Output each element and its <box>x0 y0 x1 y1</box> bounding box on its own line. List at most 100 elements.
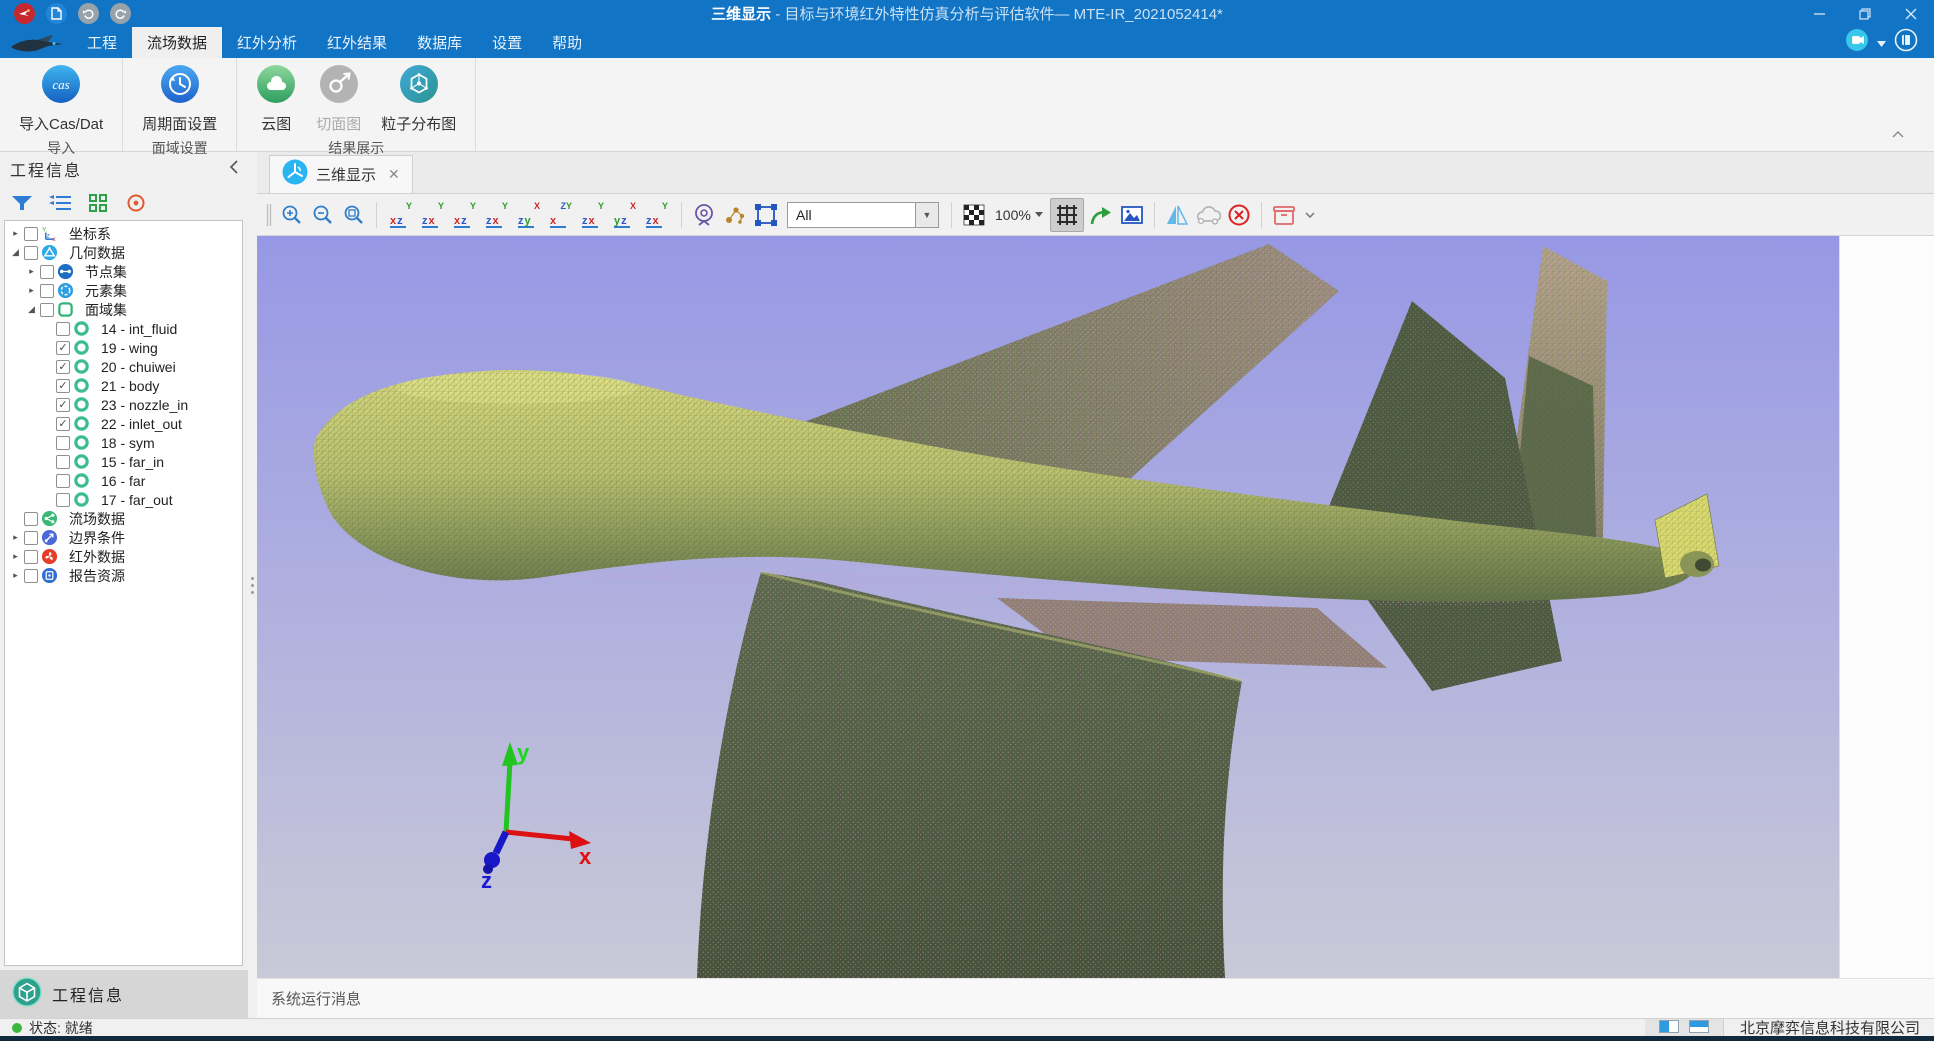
tree-item-17-far_out[interactable]: 17 - far_out <box>5 490 242 509</box>
list-view-icon[interactable] <box>48 191 72 215</box>
zoom-window-button[interactable] <box>340 200 368 230</box>
axis-view-button-6[interactable]: xZY <box>545 200 577 230</box>
grid-view-icon[interactable] <box>86 191 110 215</box>
tree-checkbox[interactable] <box>24 227 38 241</box>
redo-button[interactable] <box>110 3 131 24</box>
restore-button[interactable] <box>1842 0 1888 27</box>
new-document-button[interactable] <box>46 3 67 24</box>
smooth-cloud-button[interactable] <box>1194 200 1222 230</box>
menu-item-1[interactable]: 流场数据 <box>132 27 222 58</box>
tree-item-元素集[interactable]: ▸元素集 <box>5 281 242 300</box>
snapshot-button[interactable] <box>1118 200 1146 230</box>
app-icon[interactable] <box>14 3 35 24</box>
tree-checkbox[interactable] <box>24 246 38 260</box>
tree-item-19-wing[interactable]: ✓19 - wing <box>5 338 242 357</box>
combobox-dropdown-button[interactable]: ▼ <box>915 202 939 228</box>
axis-view-button-2[interactable]: zxY <box>417 200 449 230</box>
tree-expander-icon[interactable]: ◢ <box>25 304 38 315</box>
tree-item-流场数据[interactable]: 流场数据 <box>5 509 242 528</box>
3d-viewport[interactable]: y x z <box>257 236 1839 978</box>
tree-checkbox[interactable]: ✓ <box>56 360 70 374</box>
tree-item-23-nozzle_in[interactable]: ✓23 - nozzle_in <box>5 395 242 414</box>
tree-checkbox[interactable] <box>24 531 38 545</box>
media-button[interactable] <box>1845 28 1869 57</box>
tree-expander-icon[interactable]: ▸ <box>9 551 22 562</box>
tree-item-20-chuiwei[interactable]: ✓20 - chuiwei <box>5 357 242 376</box>
menu-item-4[interactable]: 数据库 <box>402 27 477 58</box>
zoom-level-dropdown[interactable]: 100% <box>991 207 1047 223</box>
mirror-button[interactable] <box>1163 200 1191 230</box>
tree-checkbox[interactable] <box>24 512 38 526</box>
tree-item-坐标系[interactable]: ▸Yzx坐标系 <box>5 224 242 243</box>
tree-item-红外数据[interactable]: ▸红外数据 <box>5 547 242 566</box>
tree-item-14-int_fluid[interactable]: 14 - int_fluid <box>5 319 242 338</box>
undo-button[interactable] <box>78 3 99 24</box>
cancel-button[interactable] <box>1225 200 1253 230</box>
axis-view-button-1[interactable]: xzY <box>385 200 417 230</box>
tree-item-21-body[interactable]: ✓21 - body <box>5 376 242 395</box>
tree-item-面域集[interactable]: ◢面域集 <box>5 300 242 319</box>
tree-checkbox[interactable] <box>40 303 54 317</box>
tree-checkbox[interactable] <box>56 322 70 336</box>
display-filter-value[interactable]: All <box>787 202 915 228</box>
probe-button[interactable] <box>690 200 718 230</box>
media-dropdown-icon[interactable] <box>1877 34 1886 52</box>
tree-item-几何数据[interactable]: ◢几何数据 <box>5 243 242 262</box>
grid-toggle-button[interactable] <box>1050 198 1084 232</box>
close-button[interactable] <box>1888 0 1934 27</box>
menu-item-6[interactable]: 帮助 <box>537 27 597 58</box>
tree-item-22-inlet_out[interactable]: ✓22 - inlet_out <box>5 414 242 433</box>
tree-checkbox[interactable]: ✓ <box>56 341 70 355</box>
tree-checkbox[interactable] <box>24 550 38 564</box>
display-filter-combobox[interactable]: All ▼ <box>787 202 939 228</box>
axis-view-button-5[interactable]: zyX <box>513 200 545 230</box>
menu-item-3[interactable]: 红外结果 <box>312 27 402 58</box>
tree-item-边界条件[interactable]: ▸边界条件 <box>5 528 242 547</box>
export-view-button[interactable] <box>1087 200 1115 230</box>
tree-expander-icon[interactable]: ▸ <box>9 228 22 239</box>
menu-item-5[interactable]: 设置 <box>477 27 537 58</box>
minimize-button[interactable] <box>1796 0 1842 27</box>
ribbon-collapse-button[interactable] <box>1892 125 1904 143</box>
save-view-chevron-icon[interactable] <box>1301 200 1319 230</box>
contour-cloud-button[interactable]: 云图 <box>249 63 303 135</box>
axis-view-button-8[interactable]: yzX <box>609 200 641 230</box>
tree-item-15-far_in[interactable]: 15 - far_in <box>5 452 242 471</box>
menu-item-0[interactable]: 工程 <box>72 27 132 58</box>
tab-close-icon[interactable]: ✕ <box>388 166 400 183</box>
tree-expander-icon[interactable]: ▸ <box>9 532 22 543</box>
particle-trace-button[interactable] <box>721 200 749 230</box>
filter-icon[interactable] <box>10 191 34 215</box>
transparency-icon[interactable] <box>960 200 988 230</box>
layout-toggle-left-icon[interactable] <box>1659 1020 1679 1036</box>
project-panel-bottom-tab[interactable]: 工程信息 <box>0 970 248 1018</box>
target-icon[interactable] <box>124 191 148 215</box>
tree-expander-icon[interactable]: ▸ <box>9 570 22 581</box>
help-book-button[interactable] <box>1894 28 1918 57</box>
tree-item-节点集[interactable]: ▸节点集 <box>5 262 242 281</box>
tree-item-16-far[interactable]: 16 - far <box>5 471 242 490</box>
menu-item-2[interactable]: 红外分析 <box>222 27 312 58</box>
axis-view-button-3[interactable]: xzY <box>449 200 481 230</box>
tree-checkbox[interactable] <box>56 474 70 488</box>
tree-item-报告资源[interactable]: ▸报告资源 <box>5 566 242 585</box>
axis-view-button-7[interactable]: zxY <box>577 200 609 230</box>
tree-item-18-sym[interactable]: 18 - sym <box>5 433 242 452</box>
tree-checkbox[interactable]: ✓ <box>56 417 70 431</box>
tree-checkbox[interactable] <box>40 265 54 279</box>
zoom-out-button[interactable] <box>309 200 337 230</box>
toolbar-drag-handle[interactable] <box>263 200 275 230</box>
tree-checkbox[interactable]: ✓ <box>56 398 70 412</box>
tree-expander-icon[interactable]: ◢ <box>9 247 22 258</box>
tree-checkbox[interactable]: ✓ <box>56 379 70 393</box>
axis-view-button-4[interactable]: zxY <box>481 200 513 230</box>
tree-checkbox[interactable] <box>56 436 70 450</box>
axis-view-button-9[interactable]: zxY <box>641 200 673 230</box>
save-view-button[interactable] <box>1270 200 1298 230</box>
periodic-face-button[interactable]: 周期面设置 <box>135 63 224 135</box>
tree-checkbox[interactable] <box>56 493 70 507</box>
tree-checkbox[interactable] <box>24 569 38 583</box>
tree-expander-icon[interactable]: ▸ <box>25 266 38 277</box>
tree-checkbox[interactable] <box>56 455 70 469</box>
import-cas-dat-button[interactable]: cas 导入Cas/Dat <box>12 63 110 135</box>
